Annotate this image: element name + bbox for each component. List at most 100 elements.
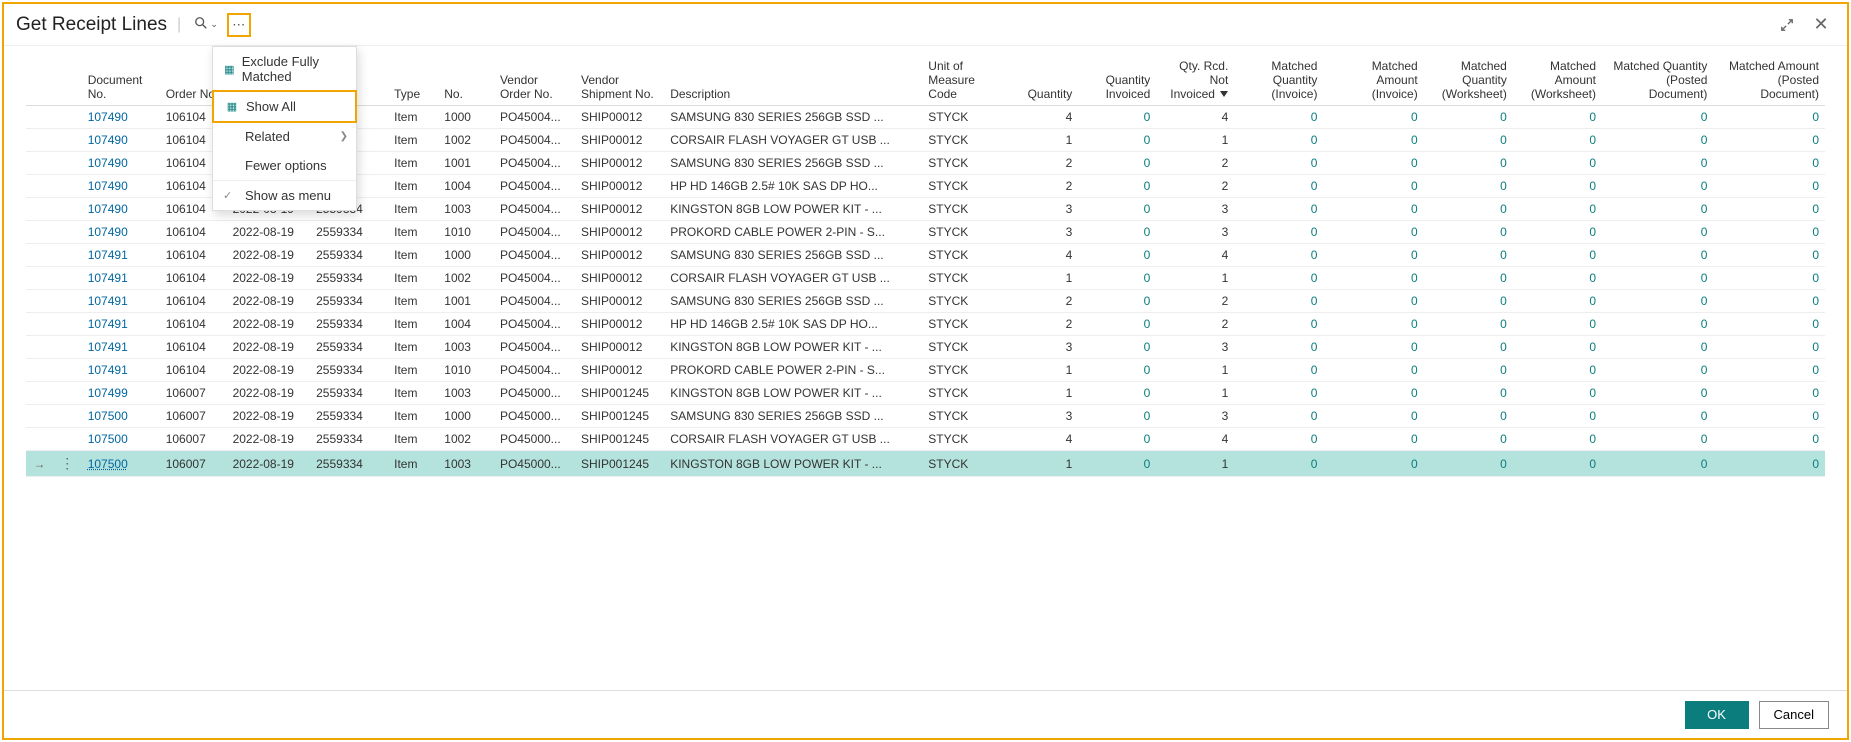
table-row[interactable]: 1074911061042022-08-192559334Item1010PO4… bbox=[26, 359, 1825, 382]
cell-mqpd: 0 bbox=[1602, 106, 1713, 129]
col-matched-qty-worksheet[interactable]: Matched Quantity (Worksheet) bbox=[1424, 56, 1513, 106]
filter-icon: ▦ bbox=[223, 63, 236, 75]
cell-maw: 0 bbox=[1513, 152, 1602, 175]
table-row[interactable]: 1074991060072022-08-192559334Item1003PO4… bbox=[26, 382, 1825, 405]
cell-description: SAMSUNG 830 SERIES 256GB SSD ... bbox=[664, 405, 922, 428]
cell-document-no[interactable]: 107490 bbox=[82, 106, 160, 129]
col-qty-rcd-not-invoiced[interactable]: Qty. Rcd. Not Invoiced bbox=[1156, 56, 1234, 106]
cell-document-no[interactable]: 107490 bbox=[82, 175, 160, 198]
cell-mapd: 0 bbox=[1713, 106, 1825, 129]
col-type[interactable]: Type bbox=[388, 56, 438, 106]
table-row[interactable]: 1074911061042022-08-192559334Item1004PO4… bbox=[26, 313, 1825, 336]
cell-mapd: 0 bbox=[1713, 198, 1825, 221]
cell-document-no[interactable]: 107490 bbox=[82, 129, 160, 152]
cell-document-no[interactable]: 107491 bbox=[82, 336, 160, 359]
menu-exclude-fully-matched[interactable]: ▦ Exclude Fully Matched bbox=[213, 47, 356, 91]
cell-document-no[interactable]: 107491 bbox=[82, 359, 160, 382]
col-no[interactable]: No. bbox=[438, 56, 494, 106]
cell-qty: 2 bbox=[1000, 152, 1078, 175]
table-row[interactable]: 1074911061042022-08-192559334Item1001PO4… bbox=[26, 290, 1825, 313]
cell-qty-invoiced: 0 bbox=[1078, 428, 1156, 451]
col-matched-qty-posted[interactable]: Matched Quantity (Posted Document) bbox=[1602, 56, 1713, 106]
menu-fewer-options[interactable]: Fewer options bbox=[213, 151, 356, 180]
cell-mqw: 0 bbox=[1424, 290, 1513, 313]
cell-mai: 0 bbox=[1323, 198, 1423, 221]
cell-qty-rcd: 1 bbox=[1156, 451, 1234, 477]
cell-document-no[interactable]: 107491 bbox=[82, 313, 160, 336]
cell-mai: 0 bbox=[1323, 313, 1423, 336]
cell-vendor-shipment-no: SHIP00012 bbox=[575, 313, 664, 336]
cell-document-no[interactable]: 107500 bbox=[82, 405, 160, 428]
row-indicator-icon bbox=[26, 221, 53, 244]
more-actions-button[interactable]: ⋯ bbox=[227, 13, 251, 37]
cell-no: 1002 bbox=[438, 428, 494, 451]
cell-posting-date: 2022-08-19 bbox=[227, 405, 311, 428]
table-row[interactable]: 1074911061042022-08-192559334Item1000PO4… bbox=[26, 244, 1825, 267]
col-vendor-order-no[interactable]: Vendor Order No. bbox=[494, 56, 575, 106]
cell-qty-invoiced: 0 bbox=[1078, 129, 1156, 152]
titlebar: Get Receipt Lines | ⌄ ⋯ ✕ bbox=[4, 4, 1847, 46]
cell-mapd: 0 bbox=[1713, 244, 1825, 267]
table-row[interactable]: 1075001060072022-08-192559334Item1002PO4… bbox=[26, 428, 1825, 451]
menu-show-as-menu[interactable]: Show as menu bbox=[213, 181, 356, 210]
ok-button[interactable]: OK bbox=[1685, 701, 1749, 729]
cell-mai: 0 bbox=[1323, 382, 1423, 405]
cell-qty: 2 bbox=[1000, 313, 1078, 336]
cell-mqi: 0 bbox=[1234, 359, 1323, 382]
cell-qty-rcd: 2 bbox=[1156, 175, 1234, 198]
row-menu-icon bbox=[53, 221, 82, 244]
table-row[interactable]: →⋮1075001060072022-08-192559334Item1003P… bbox=[26, 451, 1825, 477]
cell-order-no: 106104 bbox=[160, 313, 227, 336]
col-matched-amount-invoice[interactable]: Matched Amount (Invoice) bbox=[1323, 56, 1423, 106]
cell-vendor-order-no: PO45004... bbox=[494, 106, 575, 129]
col-uom[interactable]: Unit of Measure Code bbox=[922, 56, 1000, 106]
close-icon[interactable]: ✕ bbox=[1807, 11, 1835, 39]
col-qty-invoiced[interactable]: Quantity Invoiced bbox=[1078, 56, 1156, 106]
table-row[interactable]: 1074901061042022-08-192559334Item1010PO4… bbox=[26, 221, 1825, 244]
row-menu-icon[interactable]: ⋮ bbox=[53, 451, 82, 477]
cell-uom: STYCK bbox=[922, 129, 1000, 152]
menu-label: Fewer options bbox=[245, 158, 327, 173]
cell-no: 1001 bbox=[438, 152, 494, 175]
cell-document-no[interactable]: 107491 bbox=[82, 290, 160, 313]
col-vendor-shipment-no[interactable]: Vendor Shipment No. bbox=[575, 56, 664, 106]
cell-vendor-order-no: PO45000... bbox=[494, 382, 575, 405]
cell-qty-invoiced: 0 bbox=[1078, 382, 1156, 405]
cell-type: Item bbox=[388, 175, 438, 198]
cell-qty: 2 bbox=[1000, 175, 1078, 198]
col-description[interactable]: Description bbox=[664, 56, 922, 106]
cell-type: Item bbox=[388, 290, 438, 313]
menu-show-all[interactable]: ▦ Show All bbox=[212, 90, 357, 123]
cell-qty-rcd: 3 bbox=[1156, 405, 1234, 428]
menu-related[interactable]: Related ❯ bbox=[213, 122, 356, 151]
cell-document-no[interactable]: 107490 bbox=[82, 221, 160, 244]
col-document-no[interactable]: Document No. bbox=[82, 56, 160, 106]
col-matched-qty-invoice[interactable]: Matched Quantity (Invoice) bbox=[1234, 56, 1323, 106]
row-indicator-icon bbox=[26, 336, 53, 359]
cell-uom: STYCK bbox=[922, 106, 1000, 129]
cell-order-no: 106104 bbox=[160, 290, 227, 313]
cell-mqpd: 0 bbox=[1602, 290, 1713, 313]
cell-document-no[interactable]: 107500 bbox=[82, 428, 160, 451]
col-quantity[interactable]: Quantity bbox=[1000, 56, 1078, 106]
cell-document-no[interactable]: 107490 bbox=[82, 198, 160, 221]
cell-document-no[interactable]: 107491 bbox=[82, 267, 160, 290]
table-row[interactable]: 1075001060072022-08-192559334Item1000PO4… bbox=[26, 405, 1825, 428]
cancel-button[interactable]: Cancel bbox=[1759, 701, 1829, 729]
cell-document-no[interactable]: 107499 bbox=[82, 382, 160, 405]
cell-posting-date: 2022-08-19 bbox=[227, 428, 311, 451]
col-matched-amount-posted[interactable]: Matched Amount (Posted Document) bbox=[1713, 56, 1825, 106]
cell-document-no[interactable]: 107490 bbox=[82, 152, 160, 175]
menu-label: Show All bbox=[246, 99, 296, 114]
cell-qty: 4 bbox=[1000, 244, 1078, 267]
expand-icon[interactable] bbox=[1773, 11, 1801, 39]
cell-mqi: 0 bbox=[1234, 382, 1323, 405]
table-row[interactable]: 1074911061042022-08-192559334Item1002PO4… bbox=[26, 267, 1825, 290]
cell-document-no[interactable]: 107500 bbox=[82, 451, 160, 477]
cell-mqi: 0 bbox=[1234, 405, 1323, 428]
table-row[interactable]: 1074911061042022-08-192559334Item1003PO4… bbox=[26, 336, 1825, 359]
cell-document-no[interactable]: 107491 bbox=[82, 244, 160, 267]
col-matched-amount-worksheet[interactable]: Matched Amount (Worksheet) bbox=[1513, 56, 1602, 106]
cell-description: PROKORD CABLE POWER 2-PIN - S... bbox=[664, 221, 922, 244]
search-button[interactable]: ⌄ bbox=[191, 13, 221, 37]
